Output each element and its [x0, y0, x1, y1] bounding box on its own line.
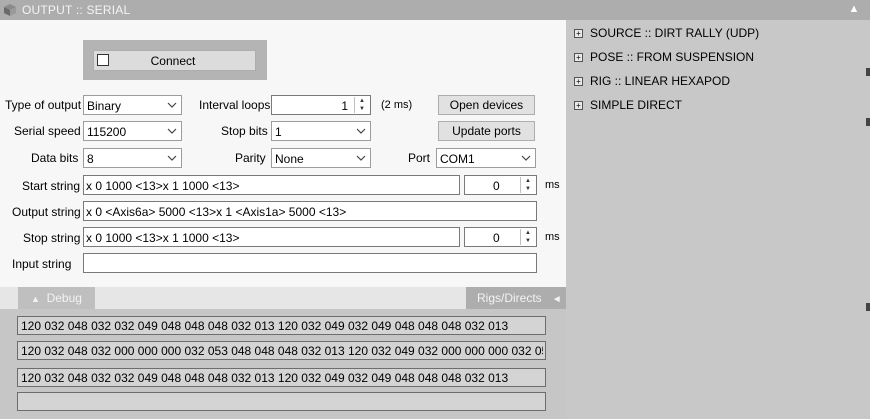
title-bar — [0, 0, 870, 20]
debug-line: 120 032 048 032 032 049 048 048 048 032 … — [17, 316, 546, 335]
data-bits-value: 8 — [87, 152, 94, 166]
type-of-output-label: Type of output — [5, 98, 82, 112]
stop-delay-unit: ms — [545, 231, 560, 243]
input-string-label: Input string — [12, 257, 72, 271]
interval-note: (2 ms) — [381, 99, 413, 111]
serial-speed-label: Serial speed — [14, 124, 81, 138]
spin-up-icon[interactable]: ▲ — [521, 177, 535, 185]
spin-up-icon[interactable]: ▲ — [355, 97, 369, 105]
stop-bits-select[interactable]: 1 — [271, 121, 371, 141]
window-edge-mark — [866, 303, 870, 311]
stop-delay-spinner[interactable]: 0 ▲ ▼ — [464, 227, 537, 247]
window-edge-mark — [866, 118, 870, 126]
spin-up-icon[interactable]: ▲ — [521, 229, 535, 237]
debug-line-text: 120 032 048 032 000 000 000 032 053 048 … — [21, 344, 543, 358]
debug-line: 120 032 048 032 000 000 000 032 053 048 … — [17, 341, 546, 360]
parity-select[interactable]: None — [271, 148, 371, 168]
cube-icon — [4, 4, 16, 16]
chevron-down-icon — [356, 155, 366, 161]
triangle-up-icon: ▲ — [31, 294, 40, 304]
tree-item-label: SOURCE :: DIRT RALLY (UDP) — [590, 26, 760, 40]
start-delay-spinner[interactable]: 0 ▲ ▼ — [464, 175, 537, 195]
port-select[interactable]: COM1 — [436, 148, 536, 168]
plus-box-icon[interactable]: + — [574, 101, 583, 110]
triangle-up-icon[interactable]: ▲ — [847, 2, 861, 16]
start-delay-value: 0 — [493, 179, 500, 193]
parity-value: None — [275, 152, 304, 166]
chevron-down-icon — [356, 128, 366, 134]
debug-line-text: 120 032 048 032 032 049 048 048 048 032 … — [21, 371, 509, 385]
debug-line — [17, 392, 546, 411]
plus-box-icon[interactable]: + — [574, 53, 583, 62]
tab-rigs-directs[interactable]: Rigs/Directs ◄ — [466, 287, 566, 309]
tree-item-label: RIG :: LINEAR HEXAPOD — [590, 74, 731, 88]
open-devices-button[interactable]: Open devices — [438, 95, 535, 115]
start-string-input[interactable]: x 0 1000 <13>x 1 1000 <13> — [83, 175, 460, 195]
spin-down-icon[interactable]: ▼ — [521, 237, 535, 245]
stop-string-label: Stop string — [23, 231, 81, 245]
tree-item-label: SIMPLE DIRECT — [590, 98, 683, 112]
stop-string-value: x 0 1000 <13>x 1 1000 <13> — [86, 231, 240, 245]
chevron-down-icon — [167, 155, 177, 161]
output-string-input[interactable]: x 0 <Axis6a> 5000 <13>x 1 <Axis1a> 5000 … — [83, 201, 537, 221]
type-of-output-value: Binary — [87, 99, 122, 113]
tab-debug[interactable]: ▲ Debug — [18, 287, 95, 309]
chevron-down-icon — [521, 155, 531, 161]
debug-line: 120 032 048 032 032 049 048 048 048 032 … — [17, 368, 546, 387]
tab-debug-label: Debug — [46, 291, 82, 305]
stop-bits-label: Stop bits — [221, 124, 268, 138]
spinner-arrows[interactable]: ▲ ▼ — [520, 229, 535, 245]
serial-speed-select[interactable]: 115200 — [83, 121, 182, 141]
stop-string-input[interactable]: x 0 1000 <13>x 1 1000 <13> — [83, 227, 460, 247]
update-ports-button[interactable]: Update ports — [438, 121, 535, 141]
triangle-left-icon: ◄ — [551, 294, 562, 305]
start-delay-unit: ms — [545, 179, 560, 191]
connect-checkbox[interactable] — [97, 54, 109, 66]
connect-label: Connect — [150, 54, 196, 68]
spinner-arrows[interactable]: ▲ ▼ — [520, 177, 535, 193]
serial-speed-value: 115200 — [87, 125, 127, 139]
chevron-down-icon — [167, 128, 177, 134]
chevron-down-icon — [167, 102, 177, 108]
spinner-arrows[interactable]: ▲ ▼ — [354, 97, 369, 113]
window-title: OUTPUT :: SERIAL — [22, 3, 131, 17]
data-bits-select[interactable]: 8 — [83, 148, 182, 168]
type-of-output-select[interactable]: Binary — [83, 95, 182, 115]
plus-box-icon[interactable]: + — [574, 77, 583, 86]
tab-rigs-label: Rigs/Directs — [477, 291, 542, 305]
output-string-label: Output string — [12, 205, 81, 219]
port-value: COM1 — [440, 152, 475, 166]
interval-loops-value: 1 — [341, 99, 348, 113]
stop-delay-value: 0 — [493, 231, 500, 245]
interval-loops-spinner[interactable]: 1 ▲ ▼ — [271, 95, 371, 115]
output-string-value: x 0 <Axis6a> 5000 <13>x 1 <Axis1a> 5000 … — [86, 205, 347, 219]
debug-line-text: 120 032 048 032 032 049 048 048 048 032 … — [21, 319, 509, 333]
parity-label: Parity — [235, 151, 266, 165]
spin-down-icon[interactable]: ▼ — [355, 105, 369, 113]
interval-loops-label: Interval loops — [199, 98, 271, 112]
start-string-value: x 0 1000 <13>x 1 1000 <13> — [86, 179, 240, 193]
spin-down-icon[interactable]: ▼ — [521, 185, 535, 193]
input-string-input[interactable] — [83, 253, 537, 273]
stop-bits-value: 1 — [275, 125, 282, 139]
plus-box-icon[interactable]: + — [574, 29, 583, 38]
tree-item-label: POSE :: FROM SUSPENSION — [590, 50, 755, 64]
port-label: Port — [408, 151, 431, 165]
data-bits-label: Data bits — [31, 151, 79, 165]
start-string-label: Start string — [22, 179, 81, 193]
window-edge-mark — [866, 68, 870, 76]
